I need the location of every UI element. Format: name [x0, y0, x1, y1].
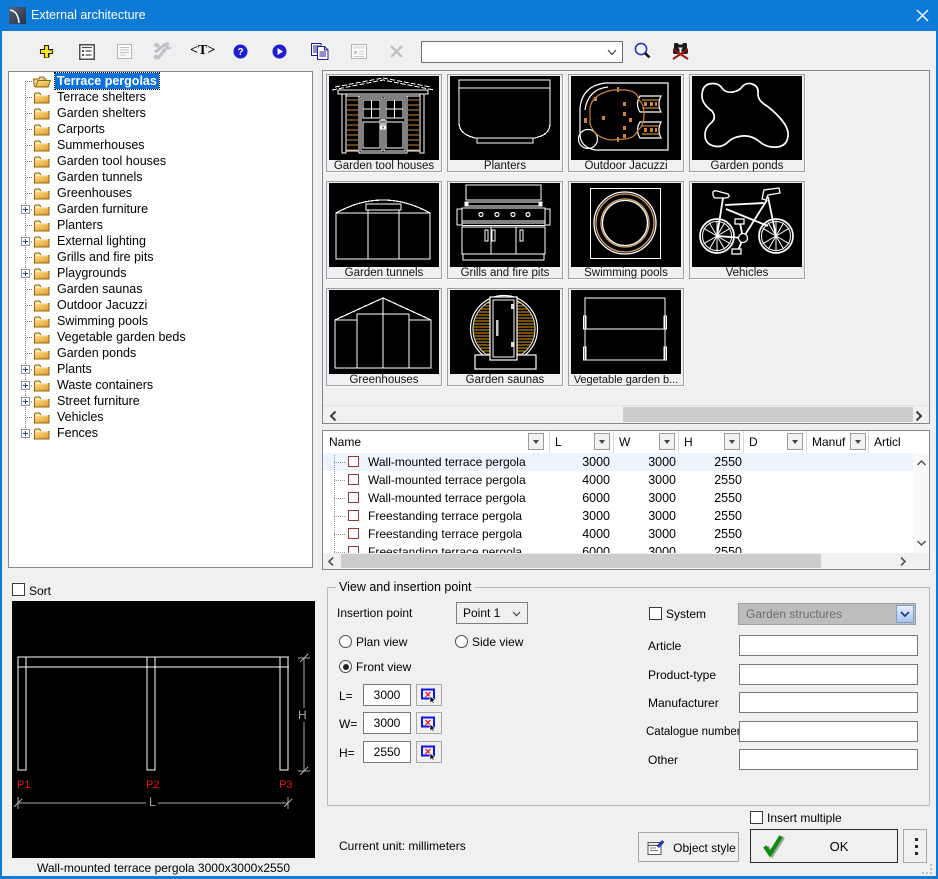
svg-text:?: ? [237, 47, 243, 58]
svg-text:P3: P3 [279, 779, 292, 791]
svg-text:P1: P1 [17, 779, 30, 791]
svg-text:P2: P2 [146, 779, 159, 791]
svg-text:L: L [149, 795, 156, 809]
svg-text:H: H [298, 708, 307, 722]
